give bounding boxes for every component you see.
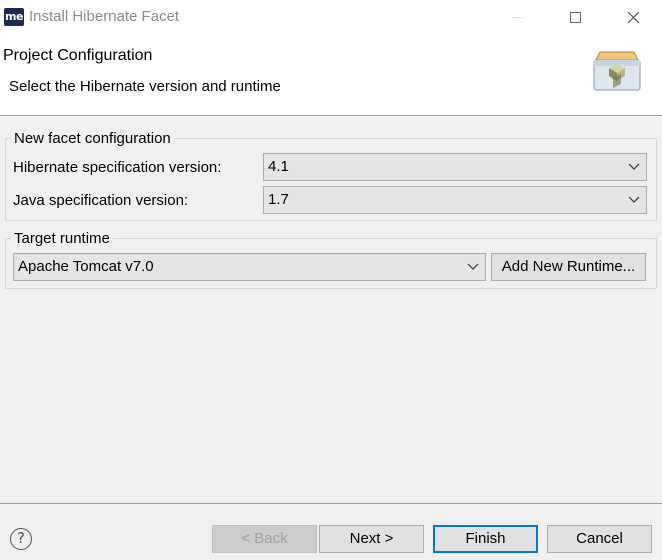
chevron-down-icon <box>467 263 479 270</box>
maximize-button[interactable] <box>546 0 604 34</box>
next-button[interactable]: Next > <box>319 525 424 553</box>
close-button[interactable] <box>604 0 662 34</box>
finish-button[interactable]: Finish <box>433 525 538 553</box>
close-icon <box>627 11 639 23</box>
maximize-icon <box>569 11 581 23</box>
window-title: Install Hibernate Facet <box>29 8 180 25</box>
java-version-label: Java specification version: <box>13 192 189 209</box>
add-new-runtime-button[interactable]: Add New Runtime... <box>491 253 646 281</box>
minimize-button[interactable] <box>488 0 546 34</box>
title-bar: me Install Hibernate Facet <box>0 0 662 34</box>
java-version-select[interactable]: 1.7 <box>263 186 647 214</box>
cancel-button[interactable]: Cancel <box>547 525 652 553</box>
chevron-down-icon <box>628 196 640 203</box>
target-runtime-select[interactable]: Apache Tomcat v7.0 <box>13 253 486 281</box>
runtime-group-legend: Target runtime <box>11 230 113 247</box>
chevron-down-icon <box>628 163 640 170</box>
app-icon: me <box>4 8 24 26</box>
target-runtime-value: Apache Tomcat v7.0 <box>18 258 154 275</box>
hibernate-version-label: Hibernate specification version: <box>13 159 222 176</box>
minimize-icon <box>511 16 523 18</box>
page-title: Project Configuration <box>3 47 153 64</box>
hibernate-version-value: 4.1 <box>268 158 289 175</box>
facet-group-legend: New facet configuration <box>11 130 174 147</box>
footer-separator <box>0 503 662 504</box>
facet-box-icon <box>593 51 641 91</box>
help-icon[interactable]: ? <box>10 528 32 550</box>
page-subtitle: Select the Hibernate version and runtime <box>9 78 281 95</box>
wizard-banner: Project Configuration Select the Hiberna… <box>0 34 662 116</box>
back-button[interactable]: < Back <box>212 525 317 553</box>
java-version-value: 1.7 <box>268 191 289 208</box>
hibernate-version-select[interactable]: 4.1 <box>263 153 647 181</box>
